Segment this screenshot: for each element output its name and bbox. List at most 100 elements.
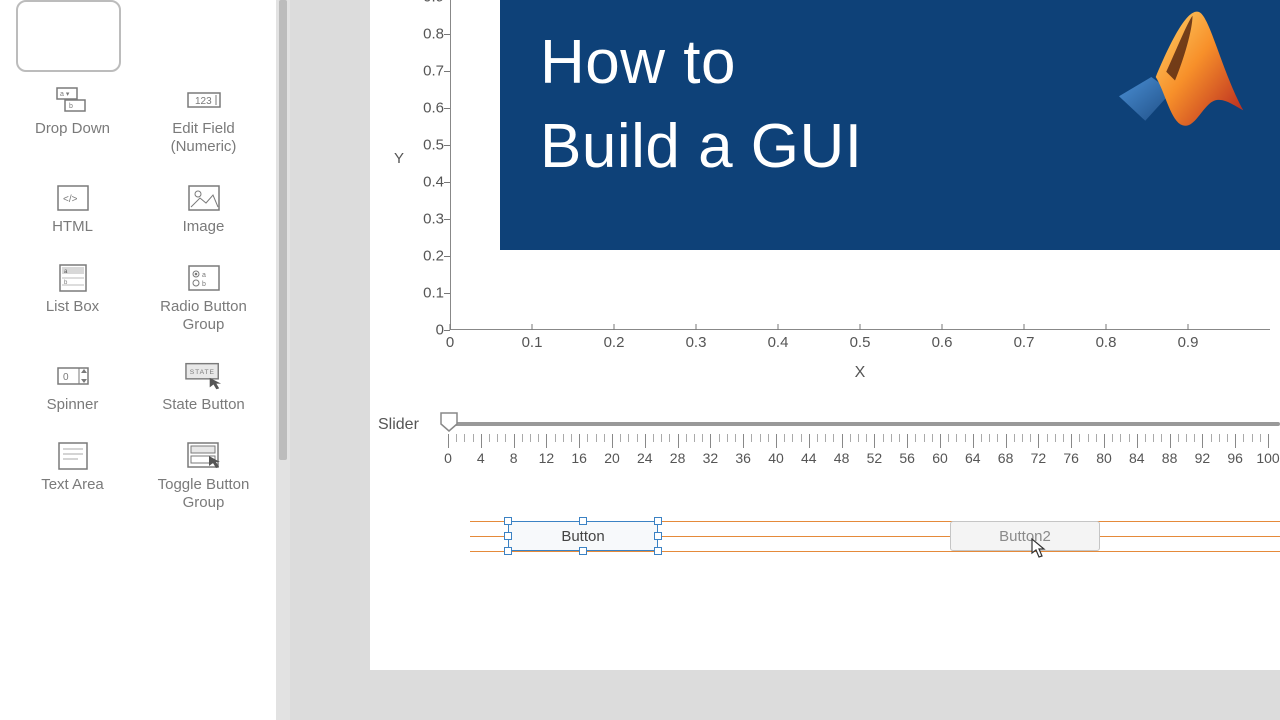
editfield-component[interactable]: 123 Edit Field (Numeric): [143, 86, 264, 156]
component-label: Drop Down: [35, 120, 110, 138]
ruler-label: 24: [637, 450, 653, 466]
resize-handle[interactable]: [579, 547, 587, 555]
x-tick-label: 0.8: [1096, 334, 1117, 351]
y-tick-label: 0: [436, 322, 444, 339]
ruler-label: 52: [867, 450, 883, 466]
ruler-label: 100: [1256, 450, 1279, 466]
ruler-label: 88: [1162, 450, 1178, 466]
svg-text:b: b: [69, 103, 73, 110]
html-component[interactable]: </> HTML: [12, 184, 133, 236]
ruler-label: 56: [899, 450, 915, 466]
image-component[interactable]: Image: [143, 184, 264, 236]
ruler-label: 72: [1031, 450, 1047, 466]
listbox-component[interactable]: abList Box: [12, 264, 133, 334]
resize-handle[interactable]: [504, 517, 512, 525]
svg-text:STATE: STATE: [189, 369, 214, 376]
ruler-label: 76: [1063, 450, 1079, 466]
ruler-label: 96: [1227, 450, 1243, 466]
ruler-label: 12: [539, 450, 555, 466]
component-label: HTML: [52, 218, 93, 236]
design-stage: 00.10.20.30.40.50.60.70.80.9 Y X 00.10.2…: [290, 0, 1280, 720]
x-tick-label: 0.2: [604, 334, 625, 351]
scrollbar-thumb[interactable]: [279, 0, 287, 460]
dropdown-icon: a ▾b: [54, 86, 92, 114]
app-canvas[interactable]: 00.10.20.30.40.50.60.70.80.9 Y X 00.10.2…: [370, 0, 1280, 670]
ruler-label: 20: [604, 450, 620, 466]
ruler-label: 48: [834, 450, 850, 466]
slider-thumb-icon[interactable]: [440, 412, 458, 432]
slider-label: Slider: [378, 416, 419, 434]
y-tick-label: 0.3: [423, 211, 444, 228]
y-tick-label: 0.8: [423, 26, 444, 43]
button-drop-area: Button Button2: [470, 515, 1280, 575]
ruler-label: 4: [477, 450, 485, 466]
x-tick-label: 0.4: [768, 334, 789, 351]
textarea-icon: [54, 442, 92, 470]
ruler-label: 32: [703, 450, 719, 466]
svg-text:123: 123: [195, 96, 212, 107]
component-label: Edit Field (Numeric): [143, 120, 264, 156]
blank-component-card[interactable]: [16, 0, 121, 72]
spinner-icon: 0: [54, 362, 92, 390]
slider-component[interactable]: Slider 048121620242832364044485256606468…: [370, 412, 1280, 492]
component-label: Spinner: [47, 396, 99, 414]
component-label: Image: [183, 218, 225, 236]
ruler-label: 64: [965, 450, 981, 466]
x-tick-label: 0.1: [522, 334, 543, 351]
spinner-component[interactable]: 0 Spinner: [12, 362, 133, 414]
y-tick-label: 0.5: [423, 137, 444, 154]
listbox-icon: ab: [54, 264, 92, 292]
editnum-icon: 123: [185, 86, 223, 114]
statebutton-component[interactable]: STATE State Button: [143, 362, 264, 414]
title-banner: How to Build a GUI: [500, 0, 1280, 250]
togglegroup-component[interactable]: Toggle Button Group: [143, 442, 264, 512]
title-line1: How to: [540, 21, 863, 105]
ruler-label: 0: [444, 450, 452, 466]
ruler-label: 60: [932, 450, 948, 466]
matlab-logo-icon: [1112, 0, 1252, 140]
resize-handle[interactable]: [504, 532, 512, 540]
alignment-guide: [470, 551, 1280, 552]
y-tick-label: 0.6: [423, 100, 444, 117]
component-label: Radio Button Group: [143, 298, 264, 334]
ruler-label: 80: [1096, 450, 1112, 466]
ruler-label: 84: [1129, 450, 1145, 466]
dropdown-component[interactable]: a ▾b Drop Down: [12, 86, 133, 156]
textarea-component[interactable]: Text Area: [12, 442, 133, 512]
state-icon: STATE: [185, 362, 223, 390]
svg-text:</>: </>: [63, 194, 78, 205]
y-tick-label: 0.4: [423, 174, 444, 191]
slider-track[interactable]: [448, 422, 1280, 426]
y-tick-label: 0.7: [423, 63, 444, 80]
resize-handle[interactable]: [579, 517, 587, 525]
svg-text:0: 0: [63, 372, 69, 383]
html-icon: </>: [54, 184, 92, 212]
radio-icon: ab: [185, 264, 223, 292]
image-icon: [185, 184, 223, 212]
x-tick-label: 0.7: [1014, 334, 1035, 351]
y-tick-label: 0.2: [423, 248, 444, 265]
svg-text:a: a: [202, 272, 206, 279]
resize-handle[interactable]: [654, 532, 662, 540]
svg-text:b: b: [202, 281, 206, 288]
button-label: Button: [561, 528, 604, 545]
resize-handle[interactable]: [654, 517, 662, 525]
component-label: Toggle Button Group: [143, 476, 264, 512]
resize-handle[interactable]: [504, 547, 512, 555]
x-tick-label: 0: [446, 334, 454, 351]
component-library-panel: a ▾b Drop Down 123 Edit Field (Numeric) </> H…: [0, 0, 290, 720]
component-label: State Button: [162, 396, 245, 414]
x-tick-label: 0.3: [686, 334, 707, 351]
title-line2: Build a GUI: [540, 105, 863, 189]
ruler-label: 8: [510, 450, 518, 466]
ruler-label: 68: [998, 450, 1014, 466]
x-tick-label: 0.6: [932, 334, 953, 351]
y-tick-label: 0.9: [423, 0, 444, 6]
y-axis-label: Y: [394, 150, 404, 167]
ruler-label: 16: [571, 450, 587, 466]
ruler-label: 36: [735, 450, 751, 466]
resize-handle[interactable]: [654, 547, 662, 555]
palette-scrollbar[interactable]: [278, 0, 288, 720]
button-ghost[interactable]: Button2: [950, 521, 1100, 551]
radiogroup-component[interactable]: ab Radio Button Group: [143, 264, 264, 334]
